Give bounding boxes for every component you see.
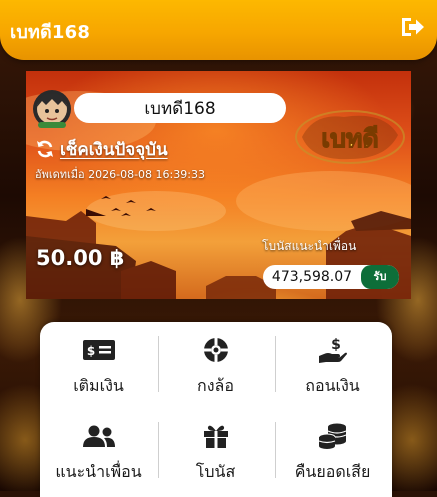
username-pill: เบทดี168 [74,93,286,123]
users-icon [82,425,115,447]
refresh-balance-button[interactable]: เช็คเงินปัจจุบัน [35,137,168,161]
logout-button[interactable] [400,16,426,38]
gift-icon [203,425,228,448]
balance-amount: 50.00 ฿ [36,246,125,270]
quick-menu: $ เติมเงิน กงล้อ $ ถอนเงิน แนะนำเพื่อน โ… [40,322,392,497]
svg-text:$: $ [86,344,94,358]
claim-bonus-button[interactable]: รับ [361,265,399,289]
username-text: เบทดี168 [144,98,216,119]
balance-banner: เบทดี168 เช็คเงินปัจจุบัน อัพเดทเมื่อ 20… [26,71,411,299]
avatar [33,90,71,128]
coins-icon [318,423,346,449]
menu-item-label: เติมเงิน [73,376,124,395]
menu-item-wheel[interactable]: กงล้อ [157,322,274,402]
menu-item-label: กงล้อ [197,376,234,395]
brand-logo: เบทดี [295,110,405,164]
money-bill-icon: $ [82,340,115,360]
menu-item-label: แนะนำเพื่อน [55,462,142,481]
last-updated-text: อัพเดทเมื่อ 2026-08-08 16:39:33 [35,168,205,181]
menu-item-bonus[interactable]: โบนัส [157,408,274,488]
menu-item-label: โบนัส [195,462,236,481]
menu-item-deposit[interactable]: $ เติมเงิน [40,322,157,402]
menu-item-withdraw[interactable]: $ ถอนเงิน [274,322,391,402]
menu-item-refer-friend[interactable]: แนะนำเพื่อน [40,408,157,488]
menu-item-cashback[interactable]: คืนยอดเสีย [274,408,391,488]
referral-bonus-pill: 473,598.07 รับ [263,265,399,289]
menu-item-label: ถอนเงิน [305,376,360,395]
brand-logo-text: เบทดี [321,124,378,153]
svg-text:$: $ [331,337,341,353]
menu-item-label: คืนยอดเสีย [294,462,371,481]
logout-icon [402,18,424,36]
referral-bonus-label: โบนัสแนะนำเพื่อน [262,239,357,253]
wheel-icon [203,338,228,362]
hand-dollar-icon: $ [318,337,347,363]
app-title: เบทดี168 [10,22,91,43]
referral-bonus-amount: 473,598.07 [271,269,353,285]
refresh-label: เช็คเงินปัจจุบัน [60,139,168,160]
app-header: เบทดี168 [0,0,437,60]
refresh-icon [37,140,53,158]
